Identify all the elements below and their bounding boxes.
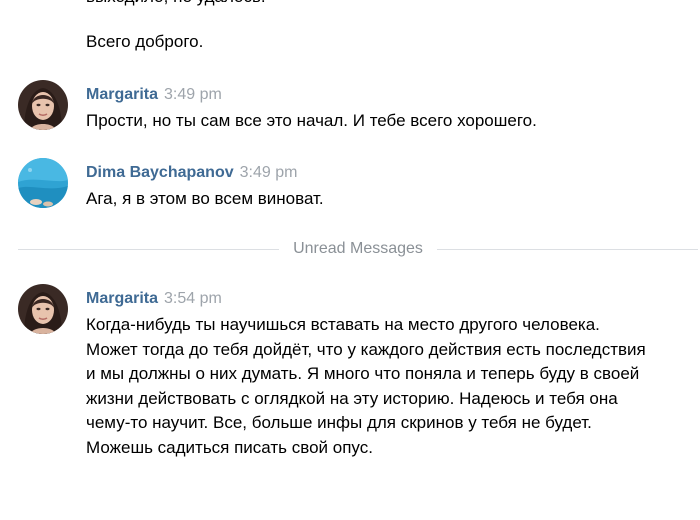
message-text: Когда-нибудь ты научишься вставать на ме…	[86, 315, 646, 457]
message-item: Dima Baychapanov 3:49 pm Ага, я в этом во…	[18, 158, 698, 214]
avatar[interactable]	[18, 284, 68, 334]
dima-avatar-image	[18, 158, 68, 208]
author-name[interactable]: Dima Baychapanov	[86, 164, 234, 181]
avatar[interactable]	[18, 158, 68, 208]
message-time[interactable]: 3:49 pm	[164, 86, 222, 103]
message-header: Margarita 3:49 pm	[86, 85, 222, 105]
unread-messages-label: Unread Messages	[293, 240, 423, 257]
previous-message-continuation: Всего доброго.	[86, 32, 204, 51]
author-name[interactable]: Margarita	[86, 290, 158, 307]
unread-messages-divider: Unread Messages	[18, 240, 698, 257]
previous-message-cut-text: выходило, не удалось.	[86, 0, 266, 8]
message-text: Ага, я в этом во всем виноват.	[86, 189, 324, 208]
message-header: Dima Baychapanov 3:49 pm	[86, 163, 297, 183]
message-item: Margarita 3:54 pm Когда-нибудь ты научишь…	[18, 284, 698, 494]
message-item: Margarita 3:49 pm Прости, но ты сам все э…	[18, 80, 698, 136]
margarita-avatar-image	[18, 80, 68, 130]
message-header: Margarita 3:54 pm	[86, 289, 222, 309]
message-text: Прости, но ты сам все это начал. И тебе …	[86, 111, 537, 130]
message-time[interactable]: 3:54 pm	[164, 290, 222, 307]
margarita-avatar-image	[18, 284, 68, 334]
divider-line	[436, 248, 698, 250]
avatar[interactable]	[18, 80, 68, 130]
message-time[interactable]: 3:49 pm	[240, 164, 298, 181]
chat-history: выходило, не удалось. Всего доброго. Mar…	[0, 0, 700, 520]
author-name[interactable]: Margarita	[86, 86, 158, 103]
divider-line	[18, 248, 280, 250]
